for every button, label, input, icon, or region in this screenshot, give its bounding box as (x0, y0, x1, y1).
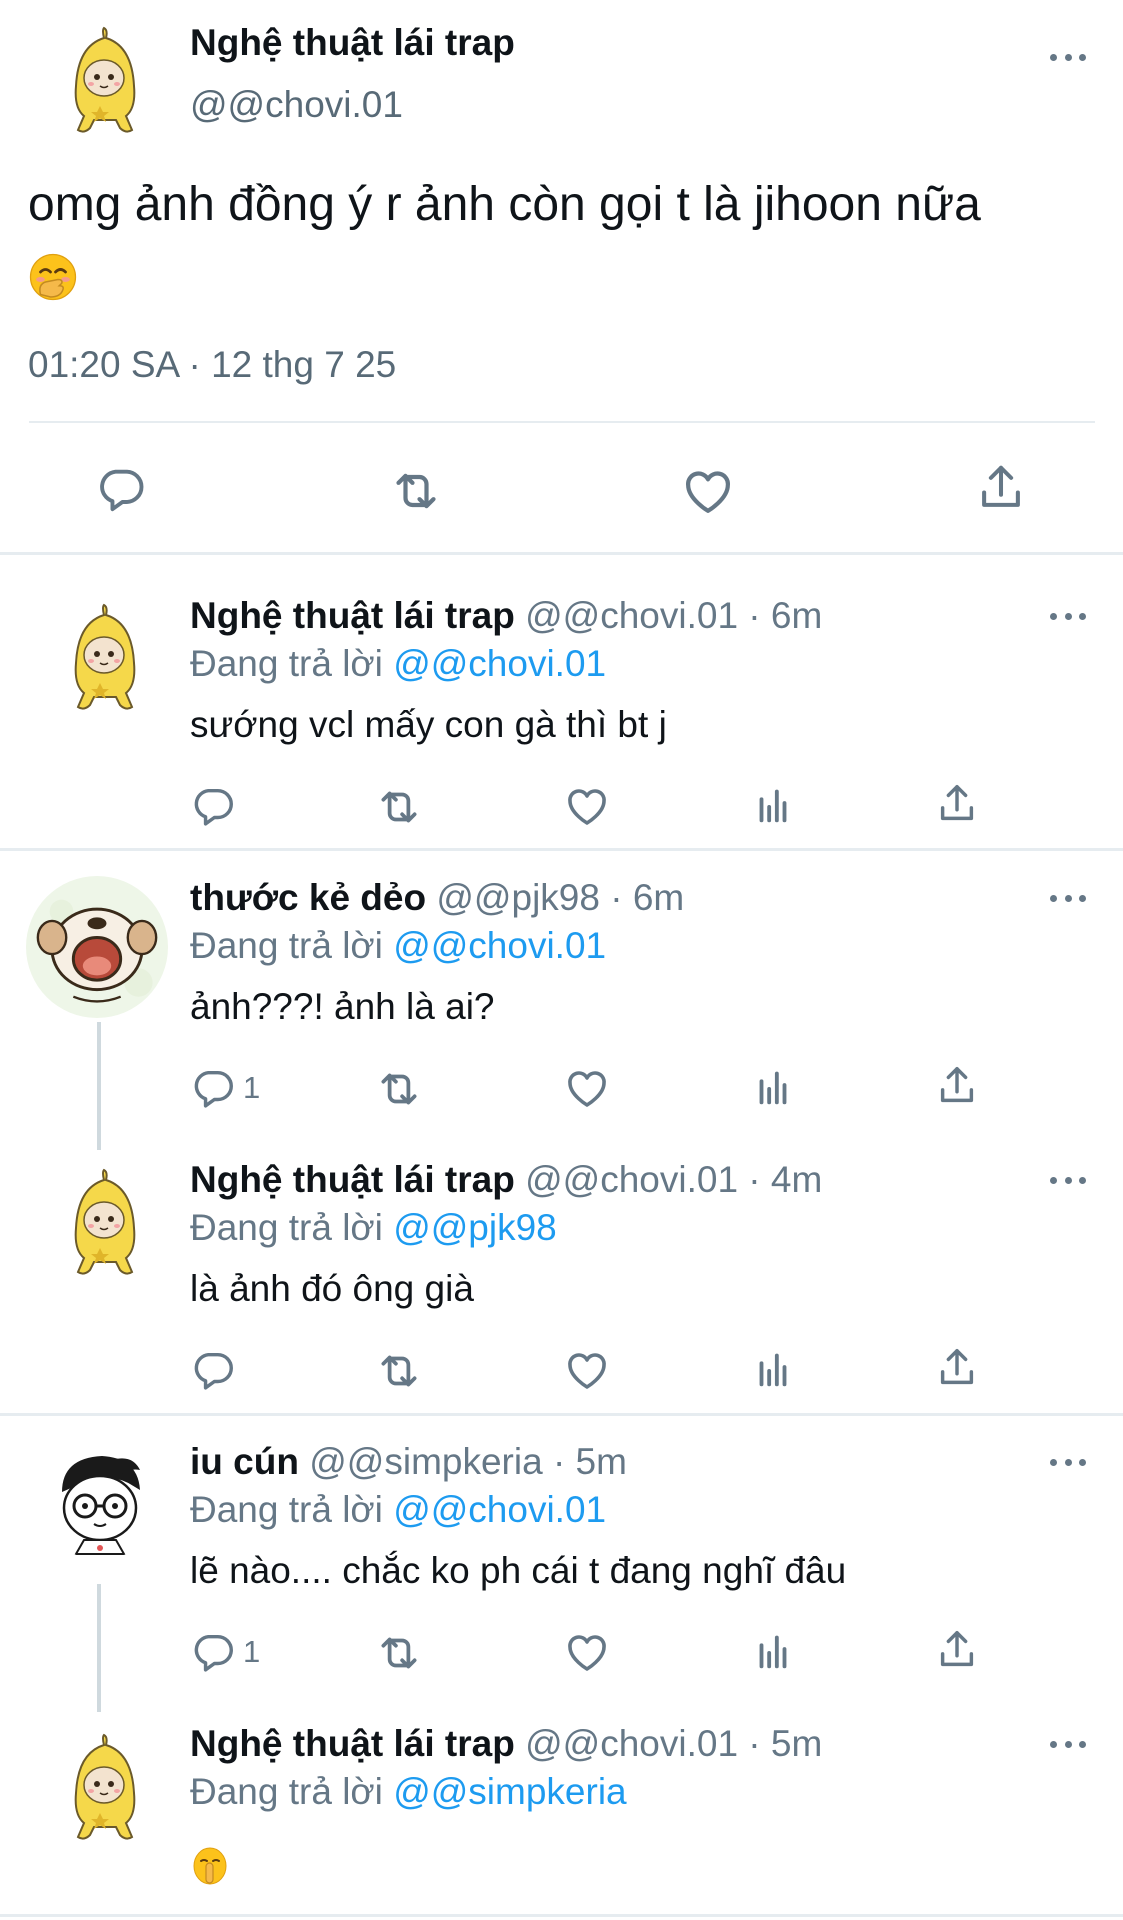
main-tweet-text: omg ảnh đồng ý r ảnh còn gọi t là jihoon… (28, 170, 1088, 310)
reply-display-name[interactable]: Nghệ thuật lái trap (190, 595, 515, 636)
reply-handle-time: @@simpkeria · 5m (309, 1441, 627, 1482)
mention-link[interactable]: @@chovi.01 (393, 925, 606, 966)
mention-link[interactable]: @@chovi.01 (393, 643, 606, 684)
main-tweet-body: omg ảnh đồng ý r ảnh còn gọi t là jihoon… (28, 178, 981, 231)
mention-link[interactable]: @@pjk98 (393, 1207, 557, 1248)
reply-icon[interactable]: 1 (191, 1065, 260, 1111)
reply-text: là ảnh đó ông già (190, 1268, 474, 1309)
reply-display-name[interactable]: Nghệ thuật lái trap (190, 1159, 515, 1200)
reply-handle-time: @@chovi.01 · 4m (525, 1159, 823, 1200)
main-tweet-display-name[interactable]: Nghệ thuật lái trap (190, 22, 515, 64)
like-icon[interactable] (563, 1628, 611, 1676)
replying-label: Đang trả lời (190, 1489, 383, 1530)
reply-header: Nghệ thuật lái trap @@chovi.01 · 5m (190, 1723, 822, 1765)
reply-count: 1 (243, 1070, 261, 1105)
reply-icon[interactable] (191, 1347, 237, 1393)
cartoon-boy-avatar (40, 1440, 160, 1560)
analytics-icon[interactable] (750, 782, 796, 828)
reply-display-name[interactable]: thước kẻ dẻo (190, 877, 426, 918)
reply-text (190, 1842, 230, 1885)
reply-header: Nghệ thuật lái trap @@chovi.01 · 6m (190, 595, 822, 637)
reply-icon[interactable]: 1 (191, 1629, 260, 1675)
main-tweet-handle[interactable]: @@chovi.01 (190, 84, 403, 126)
avatar[interactable] (44, 20, 164, 140)
hand-over-mouth-emoji (28, 252, 78, 302)
avatar[interactable] (44, 1162, 164, 1282)
reply-handle-time: @@chovi.01 · 6m (525, 595, 823, 636)
reply-handle-time: @@pjk98 · 6m (436, 877, 685, 918)
banana-cat-avatar (44, 1727, 164, 1847)
more-options-icon[interactable] (1044, 883, 1092, 913)
replying-label: Đang trả lời (190, 643, 383, 684)
analytics-icon[interactable] (750, 1346, 796, 1392)
replying-to: Đang trả lời @@pjk98 (190, 1207, 557, 1249)
more-options-icon[interactable] (1044, 42, 1092, 72)
banana-cat-avatar (44, 597, 164, 717)
like-icon[interactable] (563, 1064, 611, 1112)
crying-dog-avatar (26, 876, 168, 1018)
replying-label: Đang trả lời (190, 1771, 383, 1812)
reply-display-name[interactable]: Nghệ thuật lái trap (190, 1723, 515, 1764)
like-icon[interactable] (563, 782, 611, 830)
reply-display-name[interactable]: iu cún (190, 1441, 299, 1482)
main-tweet-timestamp: 01:20 SA · 12 thg 7 25 (28, 344, 397, 385)
share-icon[interactable] (974, 461, 1028, 515)
avatar[interactable] (40, 1440, 160, 1560)
share-icon[interactable] (934, 1627, 980, 1673)
more-options-icon[interactable] (1044, 601, 1092, 631)
reply-handle-time: @@chovi.01 · 5m (525, 1723, 823, 1764)
reply-icon[interactable] (191, 783, 237, 829)
divider (0, 848, 1123, 851)
avatar[interactable] (44, 1727, 164, 1847)
reply-text: ảnh???! ảnh là ai? (190, 986, 495, 1027)
reply-icon[interactable] (96, 463, 148, 515)
retweet-icon[interactable] (374, 1064, 424, 1114)
divider (29, 421, 1095, 423)
replying-to: Đang trả lời @@chovi.01 (190, 1489, 606, 1531)
thread-line (97, 1022, 101, 1150)
replying-label: Đang trả lời (190, 925, 383, 966)
reply-header: iu cún @@simpkeria · 5m (190, 1441, 627, 1483)
reply-count: 1 (243, 1634, 261, 1669)
replying-to: Đang trả lời @@chovi.01 (190, 925, 606, 967)
more-options-icon[interactable] (1044, 1447, 1092, 1477)
more-options-icon[interactable] (1044, 1729, 1092, 1759)
analytics-icon[interactable] (750, 1628, 796, 1674)
replying-to: Đang trả lời @@chovi.01 (190, 643, 606, 685)
share-icon[interactable] (934, 1345, 980, 1391)
analytics-icon[interactable] (750, 1064, 796, 1110)
retweet-icon[interactable] (374, 782, 424, 832)
reply-text: sướng vcl mấy con gà thì bt j (190, 704, 667, 745)
divider (0, 552, 1123, 555)
thread-line (97, 1584, 101, 1712)
reply-text: lẽ nào.... chắc ko ph cái t đang nghĩ đâ… (190, 1550, 847, 1591)
retweet-icon[interactable] (374, 1628, 424, 1678)
retweet-icon[interactable] (388, 463, 444, 519)
replying-to: Đang trả lời @@simpkeria (190, 1771, 627, 1813)
divider (0, 1413, 1123, 1416)
replying-label: Đang trả lời (190, 1207, 383, 1248)
like-icon[interactable] (563, 1346, 611, 1394)
mention-link[interactable]: @@chovi.01 (393, 1489, 606, 1530)
mention-link[interactable]: @@simpkeria (393, 1771, 626, 1812)
share-icon[interactable] (934, 781, 980, 827)
retweet-icon[interactable] (374, 1346, 424, 1396)
avatar[interactable] (26, 876, 168, 1018)
banana-cat-avatar (44, 20, 164, 140)
avatar[interactable] (44, 597, 164, 717)
like-icon[interactable] (680, 463, 736, 519)
divider (0, 1914, 1123, 1917)
shushing-face-emoji (190, 1845, 230, 1885)
reply-header: Nghệ thuật lái trap @@chovi.01 · 4m (190, 1159, 822, 1201)
banana-cat-avatar (44, 1162, 164, 1282)
more-options-icon[interactable] (1044, 1165, 1092, 1195)
share-icon[interactable] (934, 1063, 980, 1109)
reply-header: thước kẻ dẻo @@pjk98 · 6m (190, 877, 684, 919)
